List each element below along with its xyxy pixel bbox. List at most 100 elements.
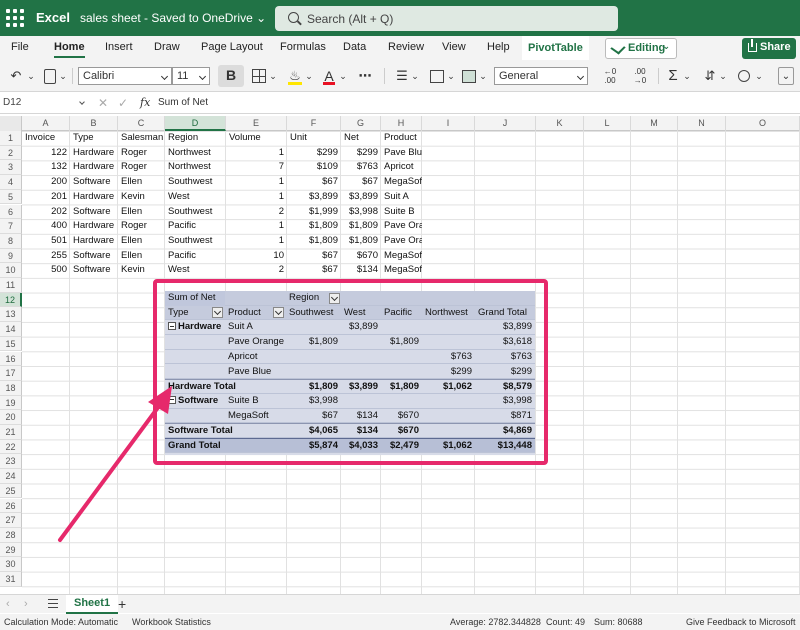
table-cell[interactable]: $1,999 [287,205,341,220]
all-sheets-icon[interactable] [48,599,58,608]
table-cell[interactable]: Ellen [118,234,165,249]
row-header-25[interactable]: 25 [0,483,22,499]
row-header-14[interactable]: 14 [0,322,22,337]
table-cell[interactable]: 7 [226,160,287,175]
table-cell[interactable]: Hardware [70,160,118,175]
row-header-1[interactable]: 1 [0,131,22,146]
table-cell[interactable]: $670 [341,249,381,264]
column-header-a[interactable]: A [22,116,70,131]
row-header-19[interactable]: 19 [0,395,22,411]
column-header-f[interactable]: F [287,116,341,131]
column-title-volume[interactable]: Volume [226,131,287,146]
undo-icon[interactable]: ↶ [8,67,24,85]
column-title-invoice[interactable]: Invoice [22,131,70,146]
row-header-7[interactable]: 7 [0,219,22,234]
tab-data[interactable]: Data [343,41,366,53]
column-header-l[interactable]: L [584,116,631,131]
table-cell[interactable]: $1,809 [341,219,381,234]
table-cell[interactable]: Ellen [118,249,165,264]
borders-dropdown-icon[interactable]: ⌄ [268,67,278,85]
table-cell[interactable]: $67 [287,249,341,264]
table-cell[interactable]: 2 [226,205,287,220]
row-header-28[interactable]: 28 [0,527,22,543]
align-icon[interactable]: ☰ [394,67,410,85]
find-icon[interactable] [738,70,750,82]
tab-page-layout[interactable]: Page Layout [201,41,263,53]
app-launcher-icon[interactable] [6,9,24,27]
row-header-24[interactable]: 24 [0,469,22,484]
row-header-8[interactable]: 8 [0,233,22,249]
column-header-b[interactable]: B [70,116,118,131]
table-cell[interactable]: 255 [22,249,70,264]
table-cell[interactable]: $1,809 [287,219,341,234]
table-cell[interactable]: Suit A [381,190,422,205]
row-header-27[interactable]: 27 [0,513,22,528]
column-header-o[interactable]: O [726,116,800,131]
row-header-30[interactable]: 30 [0,557,22,572]
function-icon[interactable]: fx [140,96,150,109]
ribbon-more-icon[interactable]: ⌄ [778,67,794,85]
table-cell[interactable]: 1 [226,190,287,205]
sheet-tab-sheet1[interactable]: Sheet1 [66,595,119,614]
table-cell[interactable]: $1,809 [287,234,341,249]
table-cell[interactable]: 122 [22,146,70,161]
row-header-16[interactable]: 16 [0,351,22,367]
table-cell[interactable]: Pacific [165,219,226,234]
row-header-18[interactable]: 18 [0,380,22,396]
confirm-icon[interactable]: ✓ [118,96,128,110]
row-header-21[interactable]: 21 [0,425,22,440]
column-header-i[interactable]: I [422,116,475,131]
table-cell[interactable]: Northwest [165,160,226,175]
borders-icon[interactable] [252,69,266,83]
table-cell[interactable]: $1,809 [341,234,381,249]
row-header-12[interactable]: 12 [0,292,22,308]
table-cell[interactable]: 10 [226,249,287,264]
more-options-icon[interactable]: ⋯ [356,67,374,85]
table-cell[interactable]: Northwest [165,146,226,161]
tab-review[interactable]: Review [388,41,424,53]
increase-decimal-icon[interactable]: ←0.00 [600,67,620,85]
table-cell[interactable]: Roger [118,219,165,234]
table-cell[interactable]: Ellen [118,205,165,220]
table-cell[interactable]: 1 [226,146,287,161]
row-header-31[interactable]: 31 [0,572,22,587]
table-cell[interactable]: Software [70,249,118,264]
table-cell[interactable]: Suite B [381,205,422,220]
table-cell[interactable]: Pave Blue [381,146,422,161]
tab-file[interactable]: File [11,41,29,53]
merge-dropdown-icon[interactable]: ⌄ [478,67,488,85]
table-cell[interactable]: $3,998 [341,205,381,220]
table-cell[interactable]: 400 [22,219,70,234]
column-header-g[interactable]: G [341,116,381,131]
table-cell[interactable]: 201 [22,190,70,205]
autosum-icon[interactable]: Σ [666,67,680,85]
column-header-d[interactable]: D [165,116,226,131]
share-button[interactable]: Share [742,38,796,59]
table-cell[interactable]: Southwest [165,234,226,249]
column-header-n[interactable]: N [678,116,726,131]
table-cell[interactable]: Pacific [165,249,226,264]
next-sheet-icon[interactable]: › [24,598,28,610]
table-cell[interactable]: Ellen [118,175,165,190]
column-title-unit[interactable]: Unit [287,131,341,146]
table-cell[interactable]: 2 [226,263,287,278]
row-header-26[interactable]: 26 [0,498,22,514]
tab-home[interactable]: Home [54,41,85,58]
row-header-20[interactable]: 20 [0,410,22,425]
bold-button[interactable]: B [218,65,244,87]
table-cell[interactable]: West [165,263,226,278]
table-cell[interactable]: 200 [22,175,70,190]
table-cell[interactable]: Kevin [118,263,165,278]
cancel-icon[interactable]: ✕ [98,96,108,110]
row-header-13[interactable]: 13 [0,307,22,323]
row-header-6[interactable]: 6 [0,204,22,220]
table-cell[interactable]: $67 [341,175,381,190]
table-cell[interactable]: $67 [287,175,341,190]
table-cell[interactable]: Software [70,263,118,278]
column-header-j[interactable]: J [475,116,536,131]
table-cell[interactable]: Apricot [381,160,422,175]
table-cell[interactable]: 1 [226,219,287,234]
font-size-dropdown[interactable]: 11 [172,67,210,85]
column-header-c[interactable]: C [118,116,165,131]
row-header-29[interactable]: 29 [0,542,22,558]
